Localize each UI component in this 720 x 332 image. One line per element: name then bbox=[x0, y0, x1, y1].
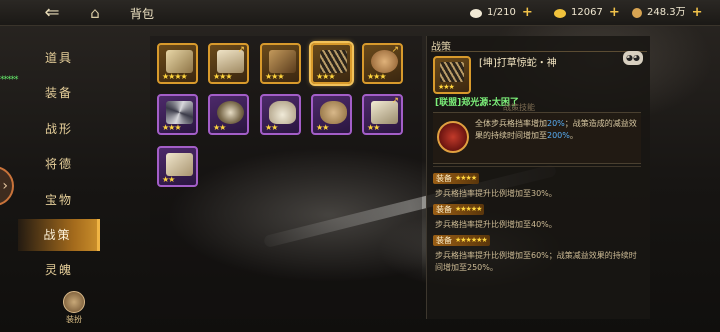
dress-up-button[interactable]: 装扮 bbox=[58, 291, 90, 329]
equip-stars: ★★★★★ bbox=[455, 205, 482, 213]
item-stars: ★★★ bbox=[213, 72, 232, 81]
skill-value-2: 200% bbox=[547, 131, 570, 140]
item-stars: ★★★ bbox=[367, 72, 386, 81]
skill-box: 全体步兵格挡率增加20%；战策造成的减益效果的持续时间增加至200%。 bbox=[433, 112, 641, 164]
gold-value: 12067 bbox=[571, 7, 603, 18]
green-star-text: ***** bbox=[0, 75, 18, 85]
resource-gold: 12067 + bbox=[554, 5, 620, 21]
upgrade-mark-icon: ↗ bbox=[391, 45, 399, 55]
dress-up-label: 装扮 bbox=[66, 315, 82, 324]
item-slot[interactable]: ★★★ bbox=[157, 94, 198, 135]
add-gold-button[interactable]: + bbox=[609, 5, 620, 21]
bronze-mirror-icon bbox=[217, 101, 244, 124]
top-bar: ⇐ ⌂ 背包 1/210 + 12067 + 248.3万 + bbox=[0, 0, 720, 26]
paper-scroll-icon bbox=[166, 153, 193, 176]
page-title: 背包 bbox=[130, 7, 155, 21]
skill-text-1: 全体步兵格挡率增加 bbox=[475, 119, 547, 128]
item-stars: ★★ bbox=[265, 123, 278, 132]
item-slot[interactable]: ★★ bbox=[311, 94, 352, 135]
upgrade-mark-icon: ↗ bbox=[237, 45, 245, 55]
divider bbox=[433, 166, 641, 167]
item-stars: ★★ bbox=[213, 123, 226, 132]
item-grid: ★★★★ ↗ ★★★ ★★★ ★★★ ↗ ★★★ ★★★ ★★ ★★ ★★ ↗ … bbox=[150, 36, 422, 319]
map-scroll-icon bbox=[269, 50, 296, 73]
equip-stars: ★★★★★★ bbox=[455, 236, 488, 244]
item-stars: ★★ bbox=[367, 123, 380, 132]
item-slot[interactable]: ★★ bbox=[260, 94, 301, 135]
item-slot[interactable]: ★★★★ bbox=[157, 43, 198, 84]
silver-value: 1/210 bbox=[487, 7, 516, 18]
equip-stars: ★★★★ bbox=[455, 174, 477, 182]
skill-description: 全体步兵格挡率增加20%；战策造成的减益效果的持续时间增加至200%。 bbox=[475, 118, 637, 142]
gold-ingot-icon bbox=[554, 8, 566, 18]
item-slot[interactable]: ↗ ★★ bbox=[362, 94, 403, 135]
mask-icon[interactable]: ◕◕ bbox=[623, 51, 643, 65]
skill-value-1: 20% bbox=[547, 119, 565, 128]
home-pavilion-icon[interactable]: ⌂ bbox=[84, 3, 106, 23]
equip-label: 装备 bbox=[436, 205, 452, 214]
copper-value: 248.3万 bbox=[647, 7, 686, 18]
item-slot-selected[interactable]: ★★★ bbox=[311, 43, 352, 84]
tab-items[interactable]: 道具 bbox=[18, 42, 100, 74]
divider bbox=[431, 51, 647, 52]
equip-label: 装备 bbox=[436, 174, 452, 183]
item-stars: ★★★★ bbox=[162, 72, 188, 81]
tab-spirit[interactable]: 灵魄 bbox=[18, 254, 100, 286]
item-slot[interactable]: ↗ ★★★ bbox=[208, 43, 249, 84]
tab-equipment[interactable]: 装备 bbox=[18, 77, 100, 109]
item-stars: ★★★ bbox=[162, 123, 181, 132]
equip-effect: 步兵格挡率提升比例增加至60%；战策减益效果的持续时间增加至250%。 bbox=[435, 251, 637, 272]
drum-icon bbox=[320, 101, 347, 124]
selected-item-icon: ★★★ bbox=[433, 56, 471, 94]
armor-skill-icon bbox=[437, 121, 469, 153]
item-slot[interactable]: ↗ ★★★ bbox=[362, 43, 403, 84]
scroll-icon bbox=[166, 50, 193, 73]
add-copper-button[interactable]: + bbox=[692, 5, 703, 21]
item-stars: ★★ bbox=[162, 175, 175, 184]
silver-ingot-icon bbox=[470, 8, 482, 18]
equip-effect: 步兵格挡率提升比例增加至40%。 bbox=[435, 220, 557, 229]
tab-formation[interactable]: 战形 bbox=[18, 113, 100, 145]
equip-tag: 装备 ★★★★★ bbox=[433, 204, 485, 215]
item-stars: ★★★ bbox=[316, 72, 335, 81]
equip-effect: 步兵格挡率提升比例增加至30%。 bbox=[435, 189, 557, 198]
bamboo-slips-icon bbox=[320, 50, 347, 73]
copper-coin-icon bbox=[632, 8, 642, 18]
resource-silver: 1/210 + bbox=[470, 5, 533, 21]
item-slot[interactable]: ★★★ bbox=[260, 43, 301, 84]
tab-virtue[interactable]: 将德 bbox=[18, 148, 100, 180]
tab-treasure[interactable]: 宝物 bbox=[18, 184, 100, 216]
item-name: [坤]打草惊蛇・神 bbox=[479, 58, 557, 69]
upgrade-mark-icon: ↗ bbox=[391, 96, 399, 106]
skill-text-3: 。 bbox=[569, 131, 578, 140]
item-stars: ★★★ bbox=[265, 72, 284, 81]
resource-copper: 248.3万 + bbox=[632, 5, 703, 21]
item-slot[interactable]: ★★ bbox=[157, 146, 198, 187]
bamboo-slips-icon bbox=[440, 62, 464, 82]
equip-label: 装备 bbox=[436, 236, 452, 245]
add-silver-button[interactable]: + bbox=[522, 5, 533, 21]
folding-fan-icon bbox=[166, 101, 193, 124]
vase-icon bbox=[269, 101, 296, 124]
equip-tag: 装备 ★★★★ bbox=[433, 173, 480, 184]
item-slot[interactable]: ★★ bbox=[208, 94, 249, 135]
selected-item-stars: ★★★ bbox=[438, 83, 455, 91]
tab-strategy[interactable]: 战策 bbox=[18, 219, 100, 251]
item-detail-panel: 战策 ★★★ [坤]打草惊蛇・神 ◕◕ [联盟]郑光源:太困了 战策技能 全体步… bbox=[426, 36, 650, 319]
back-arrow-icon[interactable]: ⇐ bbox=[38, 3, 66, 23]
equip-tag: 装备 ★★★★★★ bbox=[433, 235, 490, 246]
item-stars: ★★ bbox=[316, 123, 329, 132]
dress-up-icon bbox=[63, 291, 85, 313]
